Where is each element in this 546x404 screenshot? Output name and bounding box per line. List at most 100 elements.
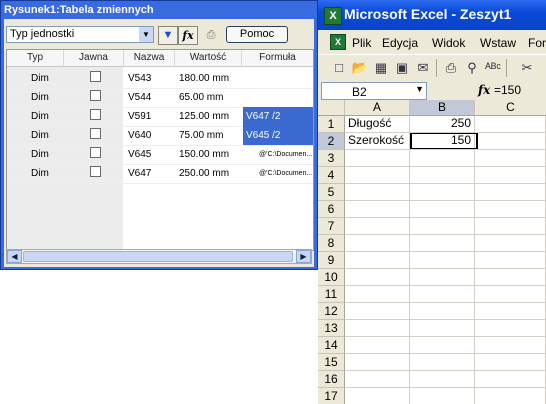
row-header-9[interactable]: 9 bbox=[318, 252, 345, 269]
cell-typ[interactable]: Dim bbox=[31, 126, 49, 145]
column-header-b[interactable]: B bbox=[410, 100, 475, 116]
print-icon[interactable]: ⎙ bbox=[201, 26, 221, 45]
scroll-left-icon[interactable]: ◀ bbox=[7, 250, 22, 263]
row-header-12[interactable]: 12 bbox=[318, 303, 345, 320]
header-jawna[interactable]: Jawna bbox=[64, 50, 124, 67]
scroll-right-icon[interactable]: ▶ bbox=[296, 250, 311, 263]
grid-line bbox=[345, 302, 546, 303]
print-preview-icon[interactable]: ⚲ bbox=[463, 59, 481, 77]
select-all-corner[interactable] bbox=[318, 100, 345, 116]
row-header-7[interactable]: 7 bbox=[318, 218, 345, 235]
help-button[interactable]: Pomoc bbox=[226, 26, 288, 43]
header-wartosc[interactable]: Wartość bbox=[175, 50, 242, 67]
column-header-c[interactable]: C bbox=[475, 100, 546, 116]
cell-typ[interactable]: Dim bbox=[31, 88, 49, 107]
jawna-checkbox[interactable] bbox=[90, 71, 101, 82]
cell-a1[interactable]: Długość bbox=[348, 116, 391, 131]
chevron-down-icon[interactable]: ▼ bbox=[139, 27, 153, 42]
name-box[interactable]: B2 ▼ bbox=[321, 82, 427, 100]
cell-nazwa[interactable]: V640 bbox=[128, 126, 151, 145]
print-icon[interactable]: ⎙ bbox=[442, 59, 460, 77]
grid-line bbox=[345, 285, 546, 286]
cell-typ[interactable]: Dim bbox=[31, 164, 49, 183]
chevron-down-icon[interactable]: ▼ bbox=[415, 84, 424, 94]
insert-function-icon[interactable]: fx bbox=[478, 83, 490, 97]
header-nazwa[interactable]: Nazwa bbox=[124, 50, 175, 67]
cell-wartosc[interactable]: 250.00 mm bbox=[179, 164, 229, 183]
cell-nazwa[interactable]: V543 bbox=[128, 69, 151, 88]
dialog-title[interactable]: Rysunek1:Tabela zmiennych bbox=[4, 4, 154, 16]
grid-line bbox=[345, 200, 546, 201]
active-cell-selection bbox=[410, 132, 478, 150]
spelling-icon[interactable]: ᴬᴮᶜ bbox=[484, 59, 502, 77]
menu-edycja[interactable]: Edycja bbox=[382, 36, 418, 50]
cell-typ[interactable]: Dim bbox=[31, 107, 49, 126]
row-header-6[interactable]: 6 bbox=[318, 201, 345, 218]
cell-formula[interactable]: @'C:\Documen... bbox=[259, 164, 312, 183]
jawna-checkbox[interactable] bbox=[90, 90, 101, 101]
grid-line bbox=[474, 116, 475, 404]
header-formula[interactable]: Formuła bbox=[242, 50, 313, 67]
menu-plik[interactable]: Plik bbox=[352, 36, 371, 50]
header-typ[interactable]: Typ bbox=[7, 50, 64, 67]
cut-icon[interactable]: ✂ bbox=[518, 59, 536, 77]
grid-line bbox=[345, 251, 546, 252]
fx-icon[interactable]: fx bbox=[178, 26, 198, 45]
worksheet-grid[interactable]: A B C Długość 250 Szerokość 150 12345678… bbox=[318, 100, 546, 404]
row-header-8[interactable]: 8 bbox=[318, 235, 345, 252]
cell-typ[interactable]: Dim bbox=[31, 69, 49, 88]
row-header-16[interactable]: 16 bbox=[318, 371, 345, 388]
excel-title-bar[interactable]: X Microsoft Excel - Zeszyt1 bbox=[318, 0, 546, 30]
cell-formula[interactable]: V647 /2 bbox=[243, 107, 313, 126]
email-icon[interactable]: ✉ bbox=[414, 59, 432, 77]
grid-line bbox=[345, 319, 546, 320]
cell-nazwa[interactable]: V645 bbox=[128, 145, 151, 164]
scroll-thumb[interactable] bbox=[23, 251, 293, 262]
cell-a2[interactable]: Szerokość bbox=[348, 133, 408, 148]
row-header-1[interactable]: 1 bbox=[318, 116, 345, 133]
cell-formula[interactable]: V645 /2 bbox=[243, 126, 313, 145]
unit-type-select[interactable]: Typ jednostki ▼ bbox=[6, 26, 154, 43]
column-header-a[interactable]: A bbox=[345, 100, 410, 116]
row-header-17[interactable]: 17 bbox=[318, 388, 345, 404]
filter-icon[interactable]: ▼ bbox=[158, 26, 178, 45]
jawna-checkbox[interactable] bbox=[90, 166, 101, 177]
menu-wstaw[interactable]: Wstaw bbox=[480, 36, 516, 50]
row-header-5[interactable]: 5 bbox=[318, 184, 345, 201]
cell-nazwa[interactable]: V591 bbox=[128, 107, 151, 126]
formula-input[interactable]: =150 bbox=[494, 83, 521, 97]
grid-line bbox=[345, 353, 546, 354]
row-header-13[interactable]: 13 bbox=[318, 320, 345, 337]
open-icon[interactable]: 📂 bbox=[351, 59, 369, 77]
cell-wartosc[interactable]: 65.00 mm bbox=[179, 88, 223, 107]
grid-line bbox=[345, 234, 546, 235]
jawna-checkbox[interactable] bbox=[90, 109, 101, 120]
horizontal-scrollbar[interactable]: ◀ ▶ bbox=[6, 249, 312, 264]
cell-wartosc[interactable]: 150.00 mm bbox=[179, 145, 229, 164]
cell-formula[interactable]: @'C:\Documen... bbox=[259, 145, 312, 164]
row-header-4[interactable]: 4 bbox=[318, 167, 345, 184]
row-header-2[interactable]: 2 bbox=[318, 133, 345, 150]
row-header-14[interactable]: 14 bbox=[318, 337, 345, 354]
row-header-3[interactable]: 3 bbox=[318, 150, 345, 167]
row-header-11[interactable]: 11 bbox=[318, 286, 345, 303]
row-header-15[interactable]: 15 bbox=[318, 354, 345, 371]
grid-line bbox=[345, 370, 546, 371]
workbook-icon[interactable]: X bbox=[330, 34, 346, 50]
cell-wartosc[interactable]: 75.00 mm bbox=[179, 126, 223, 145]
cell-wartosc[interactable]: 180.00 mm bbox=[179, 69, 229, 88]
menu-format[interactable]: Form bbox=[528, 36, 546, 50]
cell-nazwa[interactable]: V544 bbox=[128, 88, 151, 107]
permission-icon[interactable]: ▣ bbox=[393, 59, 411, 77]
new-icon[interactable]: □ bbox=[330, 59, 348, 77]
save-icon[interactable]: ▦ bbox=[372, 59, 390, 77]
grid-line bbox=[345, 166, 546, 167]
row-header-10[interactable]: 10 bbox=[318, 269, 345, 286]
menu-widok[interactable]: Widok bbox=[432, 36, 465, 50]
cell-nazwa[interactable]: V647 bbox=[128, 164, 151, 183]
jawna-checkbox[interactable] bbox=[90, 147, 101, 158]
cell-typ[interactable]: Dim bbox=[31, 145, 49, 164]
jawna-checkbox[interactable] bbox=[90, 128, 101, 139]
cell-b1[interactable]: 250 bbox=[410, 116, 471, 131]
cell-wartosc[interactable]: 125.00 mm bbox=[179, 107, 229, 126]
